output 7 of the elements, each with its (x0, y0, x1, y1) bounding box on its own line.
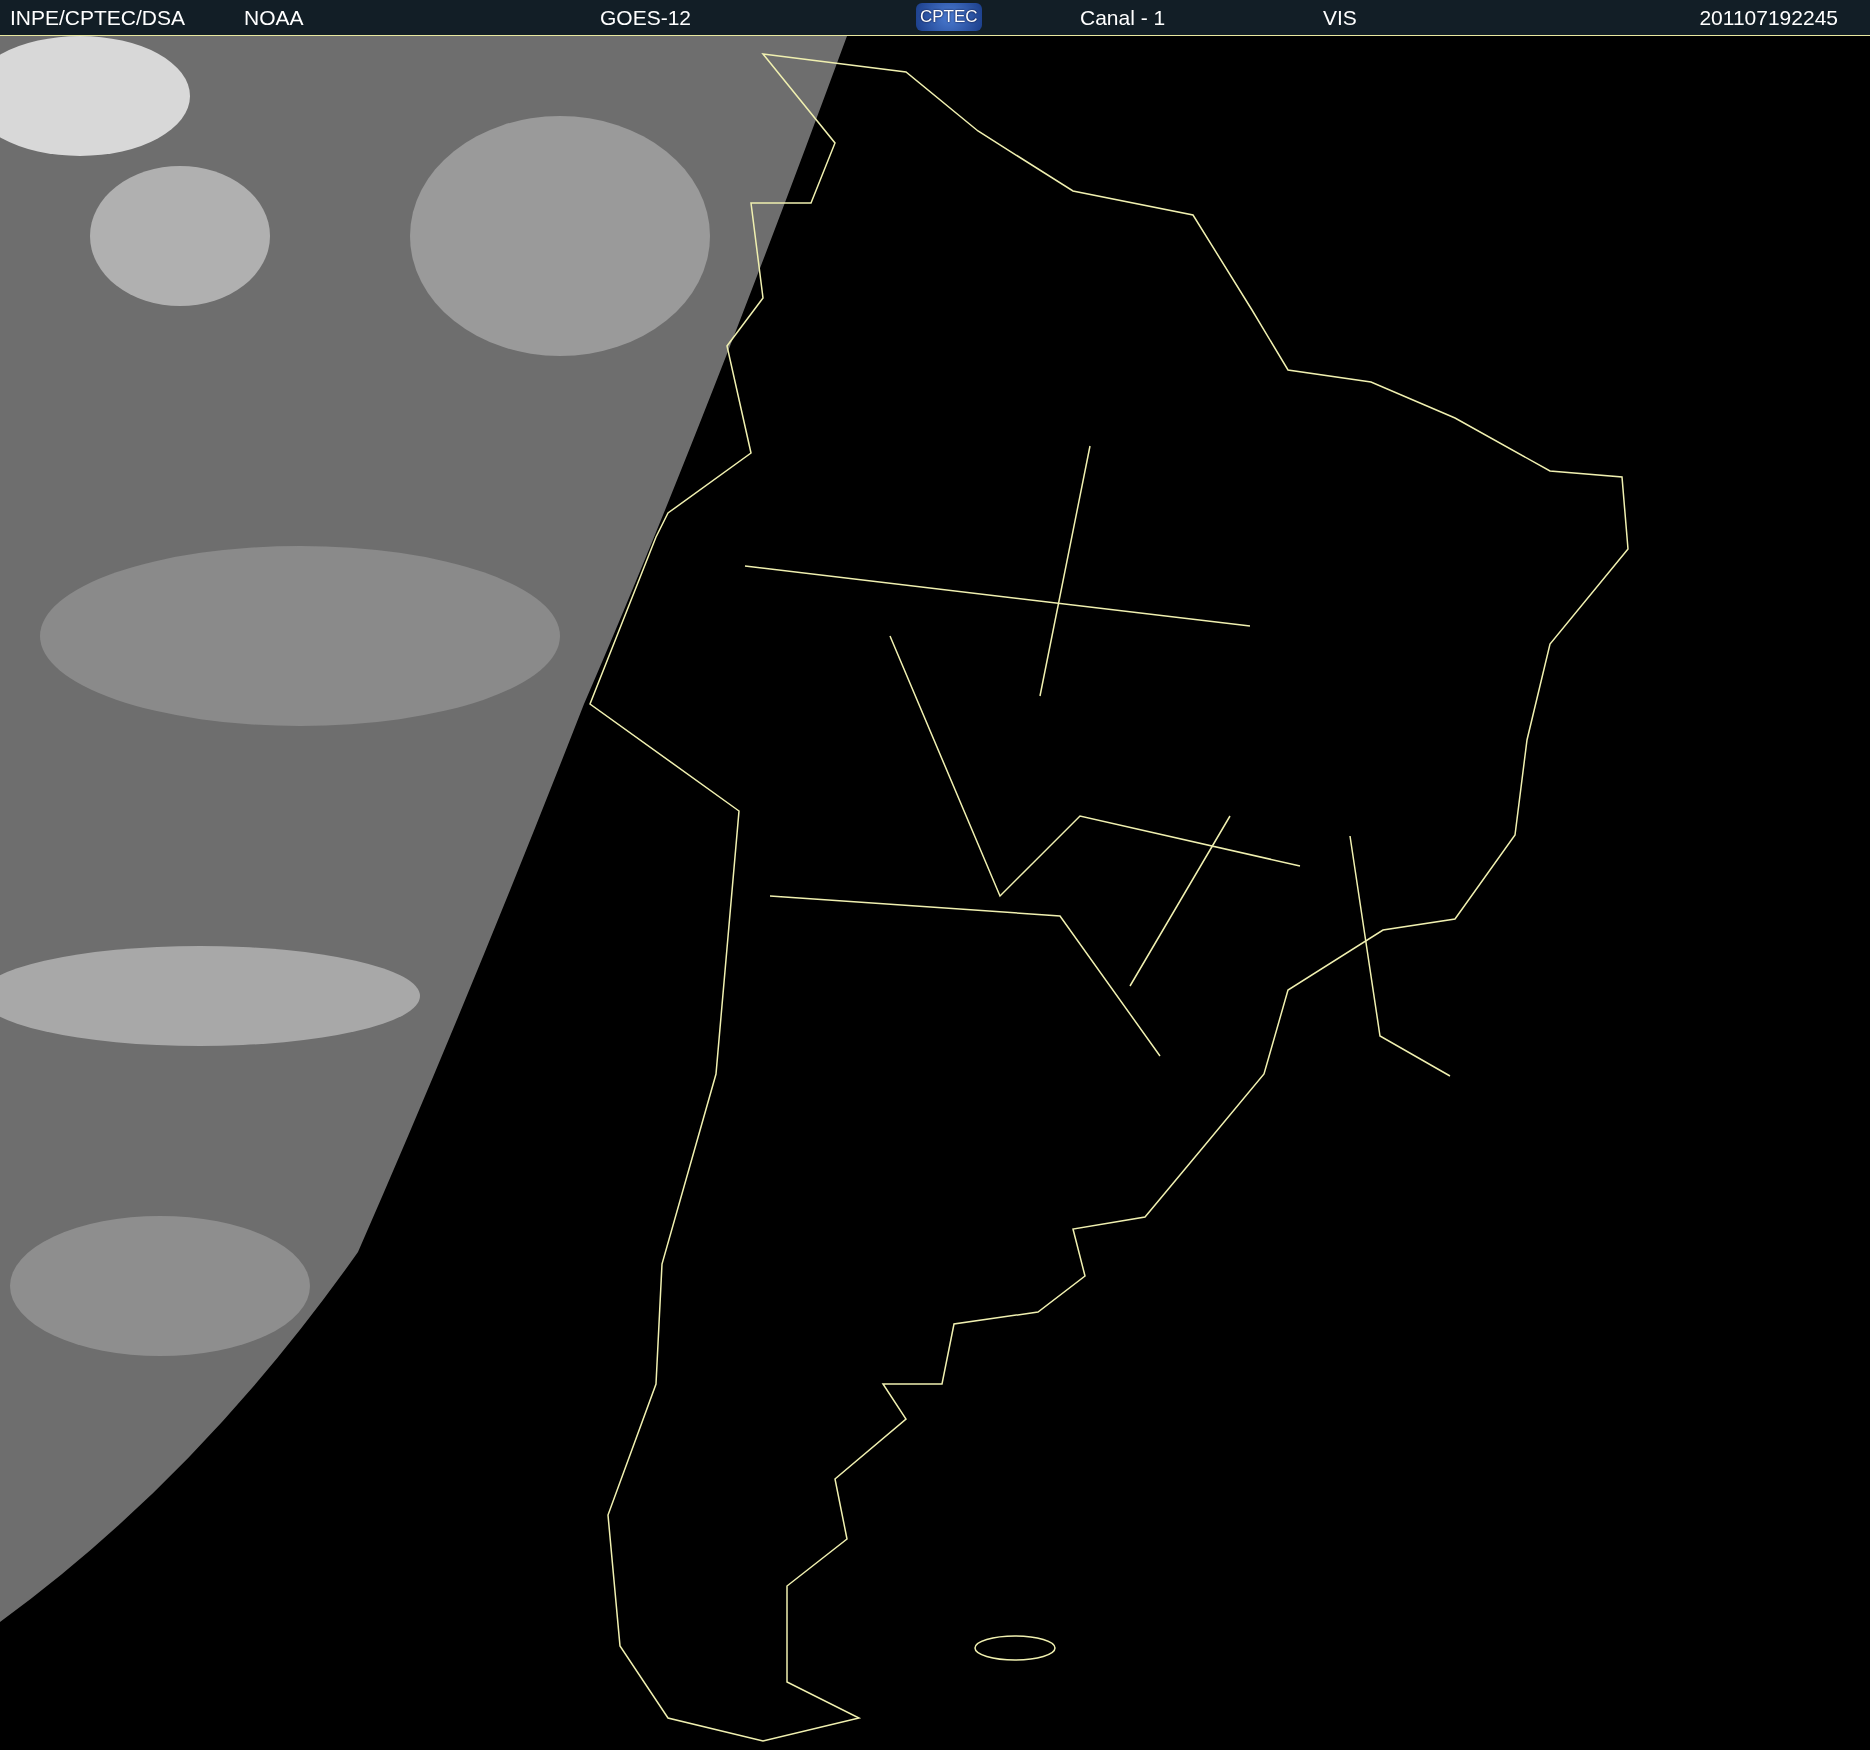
header-label: VIS (1323, 5, 1357, 30)
header-label: Canal - 1 (1080, 5, 1166, 30)
header-label: 201107192245 (1699, 5, 1838, 30)
header-label: GOES-12 (600, 5, 692, 30)
header-label: NOAA (244, 5, 304, 30)
logo: CPTEC (916, 2, 982, 31)
header-label: INPE/CPTEC/DSA (10, 5, 186, 30)
